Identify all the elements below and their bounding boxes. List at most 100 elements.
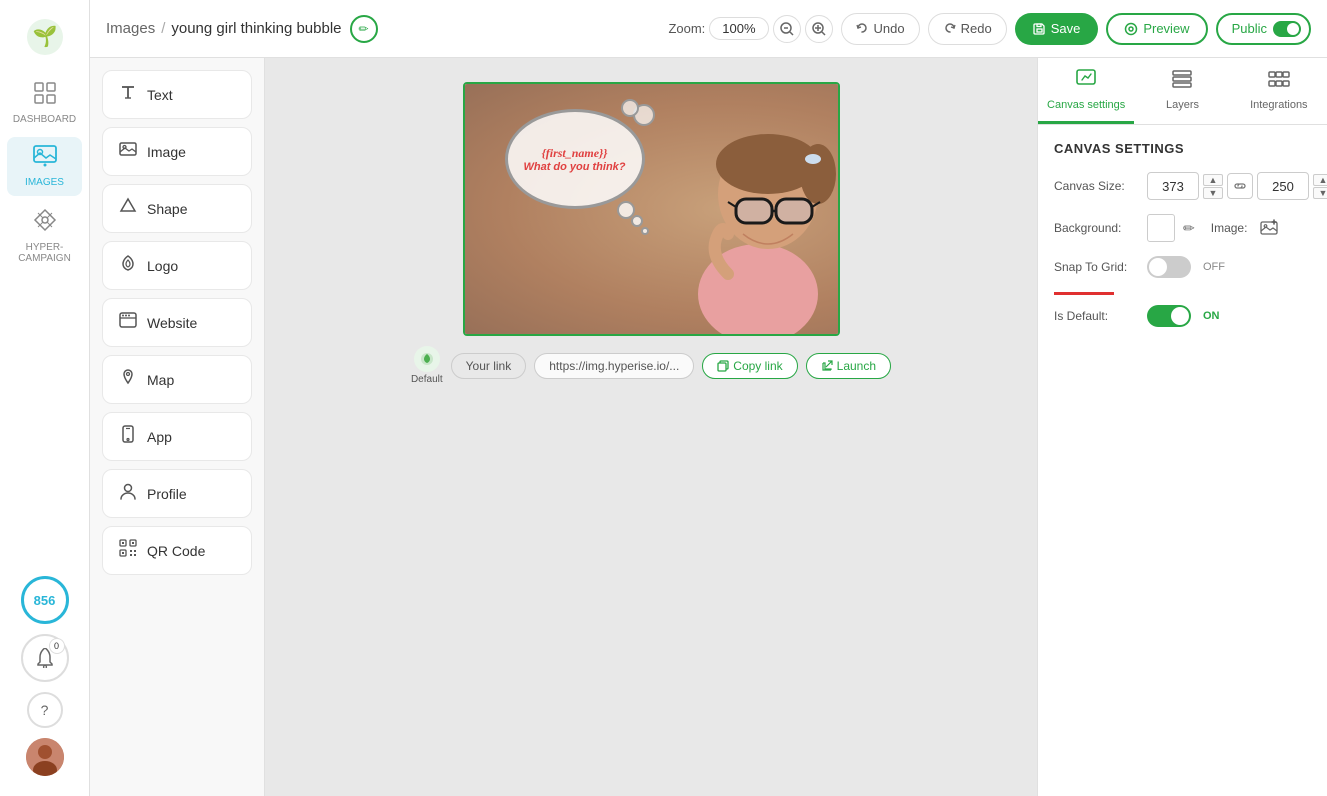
tab-canvas-settings[interactable]: Canvas settings: [1038, 58, 1134, 124]
image-upload-button[interactable]: [1255, 214, 1283, 242]
topbar: Images / young girl thinking bubble ✏ Zo…: [90, 0, 1327, 58]
background-label: Background:: [1054, 221, 1139, 235]
launch-label: Launch: [837, 359, 876, 373]
canvas-area: {first_name}} What do you think?: [265, 58, 1037, 796]
integrations-icon: [1268, 68, 1290, 96]
notifications-button[interactable]: 0: [21, 634, 69, 682]
size-down-arrow[interactable]: ▼: [1203, 187, 1223, 199]
help-button[interactable]: ?: [27, 692, 63, 728]
size-up-arrow-2[interactable]: ▲: [1313, 174, 1327, 186]
canvas-settings-icon: [1075, 68, 1097, 96]
tool-image[interactable]: Image: [102, 127, 252, 176]
is-default-toggle[interactable]: [1147, 305, 1191, 327]
tool-qr-code[interactable]: QR Code: [102, 526, 252, 575]
save-label: Save: [1051, 21, 1081, 36]
public-toggle[interactable]: [1273, 21, 1301, 37]
size-down-arrow-2[interactable]: ▼: [1313, 187, 1327, 199]
canvas-size-label: Canvas Size:: [1054, 179, 1139, 193]
canvas-height-input[interactable]: [1257, 172, 1309, 200]
qr-code-tool-label: QR Code: [147, 543, 205, 559]
website-tool-label: Website: [147, 315, 197, 331]
qr-code-tool-icon: [119, 539, 137, 562]
public-button[interactable]: Public: [1216, 13, 1311, 45]
tools-panel: Text Image Shape: [90, 58, 265, 796]
url-display: https://img.hyperise.io/...: [534, 353, 694, 379]
copy-link-label: Copy link: [733, 359, 782, 373]
sidebar-item-label: IMAGES: [25, 177, 64, 188]
default-label: Default: [411, 374, 443, 385]
snap-toggle-label: OFF: [1203, 261, 1225, 273]
tab-integrations-label: Integrations: [1250, 99, 1307, 111]
settings-title: CANVAS SETTINGS: [1054, 141, 1311, 156]
tool-website[interactable]: Website: [102, 298, 252, 347]
size-arrows-2: ▲ ▼: [1313, 174, 1327, 199]
zoom-out-button[interactable]: [773, 15, 801, 43]
background-color-picker[interactable]: [1147, 214, 1175, 242]
tab-canvas-settings-label: Canvas settings: [1047, 99, 1125, 111]
breadcrumb-base: Images: [106, 20, 155, 37]
link-dimensions-button[interactable]: [1227, 173, 1253, 199]
tool-logo[interactable]: Logo: [102, 241, 252, 290]
canvas-width-input[interactable]: [1147, 172, 1199, 200]
breadcrumb-separator: /: [161, 20, 165, 37]
map-tool-label: Map: [147, 372, 174, 388]
hyper-campaign-icon: [33, 208, 57, 238]
canvas-settings-panel: CANVAS SETTINGS Canvas Size: ▲ ▼: [1038, 125, 1327, 796]
default-icon: [414, 346, 440, 372]
sidebar-item-hyper-campaign[interactable]: HYPER-CAMPAIGN: [7, 200, 82, 272]
copy-link-button[interactable]: Copy link: [702, 353, 797, 379]
score-badge[interactable]: 856: [21, 576, 69, 624]
default-toggle-label: ON: [1203, 310, 1220, 322]
snap-to-grid-label: Snap To Grid:: [1054, 260, 1139, 274]
profile-tool-icon: [119, 482, 137, 505]
sidebar-item-dashboard[interactable]: DASHBOARD: [7, 74, 82, 133]
preview-button[interactable]: Preview: [1106, 13, 1207, 45]
logo-tool-icon: [119, 254, 137, 277]
undo-label: Undo: [874, 21, 905, 36]
edit-title-button[interactable]: ✏: [350, 15, 378, 43]
tool-map[interactable]: Map: [102, 355, 252, 404]
undo-button[interactable]: Undo: [841, 13, 920, 45]
redo-button[interactable]: Redo: [928, 13, 1007, 45]
page-title: young girl thinking bubble: [171, 20, 341, 37]
tool-shape[interactable]: Shape: [102, 184, 252, 233]
public-label: Public: [1232, 21, 1267, 36]
sidebar-item-label: HYPER-CAMPAIGN: [11, 242, 78, 264]
sidebar: 🌱 DASHBOARD IMAGES: [0, 0, 90, 796]
background-row: Background: ✏ Image:: [1054, 214, 1311, 242]
svg-text:🌱: 🌱: [32, 25, 57, 48]
bubble-variable-text: {first_name}}: [542, 146, 608, 161]
tab-layers[interactable]: Layers: [1134, 58, 1230, 124]
preview-label: Preview: [1143, 21, 1189, 36]
size-up-arrow[interactable]: ▲: [1203, 174, 1223, 186]
divider: [1054, 292, 1114, 295]
redo-label: Redo: [961, 21, 992, 36]
canvas-image[interactable]: {first_name}} What do you think?: [465, 84, 838, 334]
zoom-label: Zoom:: [668, 21, 705, 36]
shape-tool-label: Shape: [147, 201, 187, 217]
tool-profile[interactable]: Profile: [102, 469, 252, 518]
bubble-caption-text: What do you think?: [523, 161, 625, 173]
images-icon: [33, 145, 57, 173]
tab-integrations[interactable]: Integrations: [1231, 58, 1327, 124]
tool-text[interactable]: Text: [102, 70, 252, 119]
image-tool-icon: [119, 140, 137, 163]
tab-layers-label: Layers: [1166, 99, 1199, 111]
save-button[interactable]: Save: [1015, 13, 1099, 45]
layers-icon: [1171, 68, 1193, 96]
map-tool-icon: [119, 368, 137, 391]
launch-button[interactable]: Launch: [806, 353, 891, 379]
user-avatar[interactable]: [26, 738, 64, 776]
sidebar-item-images[interactable]: IMAGES: [7, 137, 82, 196]
image-tool-label: Image: [147, 144, 186, 160]
logo[interactable]: 🌱: [20, 12, 70, 62]
default-badge: Default: [411, 346, 443, 385]
notification-count: 0: [49, 638, 65, 654]
background-edit-icon[interactable]: ✏: [1183, 220, 1195, 237]
snap-to-grid-toggle[interactable]: [1147, 256, 1191, 278]
dashboard-icon: [34, 82, 56, 110]
app-tool-label: App: [147, 429, 172, 445]
zoom-in-button[interactable]: [805, 15, 833, 43]
tool-app[interactable]: App: [102, 412, 252, 461]
zoom-value: 100%: [709, 17, 768, 40]
